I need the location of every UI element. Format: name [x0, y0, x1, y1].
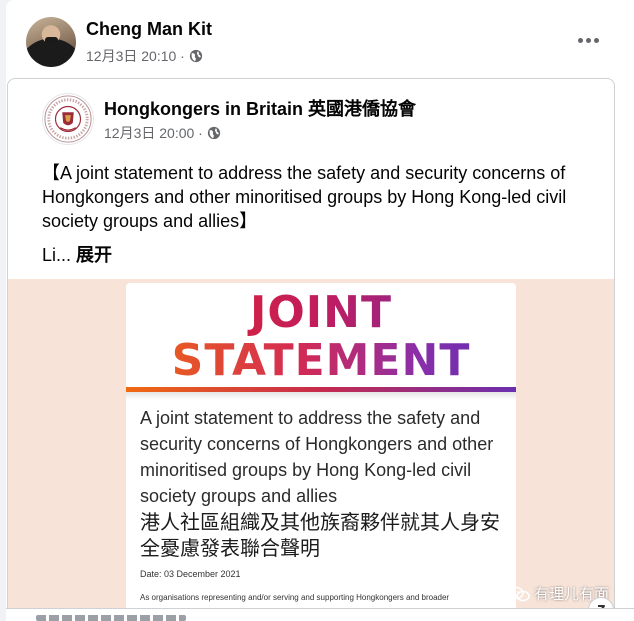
- post-card: Cheng Man Kit 12月3日 20:10 · Hongkongers …: [6, 0, 634, 621]
- shared-post-truncated: Li... 展开: [42, 241, 112, 267]
- statement-small-text: As organisations representing and/or ser…: [140, 593, 450, 602]
- statement-title-line2: STATEMENT: [126, 337, 516, 385]
- post-footer: [6, 608, 634, 621]
- post-meta: 12月3日 20:10 ·: [86, 46, 203, 66]
- wechat-icon: [508, 586, 530, 601]
- shared-post[interactable]: Hongkongers in Britain 英國港僑協會 12月3日 20:0…: [7, 78, 615, 621]
- statement-date: Date: 03 December 2021: [140, 569, 241, 579]
- truncated-text: Li...: [42, 245, 77, 265]
- shared-post-text: 【A joint statement to address the safety…: [42, 163, 567, 231]
- globe-icon[interactable]: [207, 126, 221, 140]
- more-options-icon[interactable]: [570, 28, 606, 52]
- statement-body-zh: 港人社區組織及其他族裔夥伴就其人身安全憂慮發表聯合聲明: [140, 510, 500, 560]
- statement-title-line1: JOINT: [126, 289, 516, 337]
- globe-icon[interactable]: [189, 49, 203, 63]
- shared-post-timestamp[interactable]: 12月3日 20:00 ·: [104, 123, 203, 143]
- divider-shadow: [126, 392, 516, 400]
- shared-post-meta: 12月3日 20:00 ·: [104, 123, 221, 143]
- expand-link[interactable]: 展开: [76, 245, 112, 265]
- statement-image: JOINT STATEMENT A joint statement to add…: [126, 283, 516, 620]
- page-name[interactable]: Hongkongers in Britain 英國港僑協會: [104, 95, 416, 121]
- post-image[interactable]: JOINT STATEMENT A joint statement to add…: [8, 279, 614, 620]
- avatar[interactable]: [26, 17, 76, 67]
- post-header: Cheng Man Kit 12月3日 20:10 ·: [6, 0, 634, 72]
- post-timestamp[interactable]: 12月3日 20:10 ·: [86, 46, 185, 66]
- author-name[interactable]: Cheng Man Kit: [86, 19, 212, 40]
- statement-body-en: A joint statement to address the safety …: [140, 408, 494, 506]
- statement-title: JOINT STATEMENT: [126, 289, 516, 385]
- page-logo[interactable]: [42, 93, 94, 145]
- footer-text: [36, 615, 186, 621]
